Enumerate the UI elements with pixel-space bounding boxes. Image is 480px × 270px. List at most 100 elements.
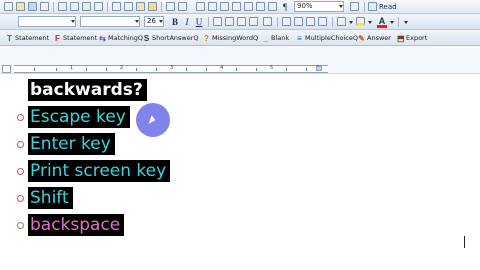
read-icon[interactable]	[368, 2, 377, 11]
ruler-area: 1 2 3 4 5 6	[0, 46, 480, 74]
decrease-indent-icon[interactable]	[306, 17, 315, 26]
highlight-icon[interactable]	[356, 17, 365, 26]
answer-button[interactable]: ✎ Answer	[358, 32, 391, 44]
hyperlink-icon[interactable]	[196, 2, 205, 11]
tables-borders-icon[interactable]	[208, 2, 217, 11]
option-bullet	[17, 222, 24, 229]
help-icon[interactable]	[350, 2, 359, 11]
standard-toolbar: ¶ 90% Read	[0, 0, 480, 14]
blank-button[interactable]: _ Blank	[262, 32, 289, 44]
redo-icon[interactable]	[178, 2, 187, 11]
export-icon: ⬒	[397, 33, 405, 43]
f-icon: F	[55, 33, 60, 43]
bold-button[interactable]: B	[170, 17, 180, 27]
align-center-icon[interactable]	[225, 17, 234, 26]
font-color-button[interactable]: A	[377, 16, 387, 28]
missing-word-label: MissingWordQ	[212, 34, 259, 42]
export-label: Export	[406, 34, 428, 42]
statement-true-label: Statement	[15, 34, 50, 42]
insert-excel-icon[interactable]	[232, 2, 241, 11]
line-spacing-icon[interactable]	[263, 17, 272, 26]
matching-icon: ⇆	[99, 33, 106, 43]
format-painter-icon[interactable]	[148, 2, 157, 11]
statement-true-button[interactable]: T Statement	[6, 32, 49, 44]
answer-icon: ✎	[358, 33, 365, 43]
research-icon[interactable]	[94, 2, 103, 11]
multiple-choice-label: MultipleChoiceQ	[305, 34, 358, 42]
short-answer-icon: S	[143, 33, 150, 43]
horizontal-ruler[interactable]: 1 2 3 4 5 6	[14, 65, 328, 73]
option-bullet	[17, 141, 24, 148]
answer-label: Answer	[367, 34, 391, 42]
statement-false-button[interactable]: F Statement	[54, 32, 97, 44]
outside-border-icon[interactable]	[337, 17, 346, 26]
blank-label: Blank	[271, 34, 290, 42]
print-icon[interactable]	[58, 2, 67, 11]
short-answer-label: ShortAnswerQ	[152, 34, 199, 42]
option-bullet	[17, 114, 24, 121]
chevron-down-icon	[390, 21, 394, 24]
save-icon[interactable]	[28, 2, 37, 11]
spelling-icon[interactable]	[82, 2, 91, 11]
formatting-toolbar: 26 B I U A	[0, 14, 480, 30]
option-escape-key: Escape key	[28, 106, 130, 128]
matching-button[interactable]: ⇆ MatchingQ	[99, 32, 143, 44]
italic-button[interactable]: I	[182, 17, 192, 27]
cut-icon[interactable]	[112, 2, 121, 11]
chevron-down-icon	[349, 21, 353, 24]
open-folder-icon[interactable]	[16, 2, 25, 11]
toolbar-options-icon[interactable]	[404, 21, 408, 24]
option-shift: Shift	[28, 187, 73, 209]
option-bullet	[17, 168, 24, 175]
ruler-number: 3	[170, 65, 174, 71]
ruler-number: 4	[220, 65, 224, 71]
question-text: backwards?	[28, 79, 147, 101]
insert-table-icon[interactable]	[220, 2, 229, 11]
option-enter-key: Enter key	[28, 133, 115, 155]
show-hide-icon[interactable]: ¶	[280, 2, 290, 12]
multiple-choice-button[interactable]: ≡ MultipleChoiceQ	[296, 32, 358, 44]
align-right-icon[interactable]	[237, 17, 246, 26]
t-icon: T	[7, 33, 12, 43]
copy-icon[interactable]	[124, 2, 133, 11]
blank-icon: _	[263, 33, 268, 43]
print-preview-icon[interactable]	[70, 2, 79, 11]
underline-button[interactable]: U	[194, 17, 204, 27]
multiple-choice-icon: ≡	[297, 33, 302, 43]
right-indent-marker[interactable]	[316, 66, 322, 71]
document-map-icon[interactable]	[268, 2, 277, 11]
align-left-icon[interactable]	[213, 17, 222, 26]
justify-icon[interactable]	[249, 17, 258, 26]
chevron-down-icon	[159, 20, 163, 23]
drawing-icon[interactable]	[256, 2, 265, 11]
tab-selector[interactable]	[2, 65, 11, 73]
new-document-icon[interactable]	[4, 2, 13, 11]
missing-word-button[interactable]: ? MissingWordQ	[203, 32, 258, 44]
columns-icon[interactable]	[244, 2, 253, 11]
chevron-down-icon	[368, 21, 372, 24]
style-select[interactable]	[18, 16, 76, 27]
bullets-icon[interactable]	[294, 17, 303, 26]
statement-false-label: Statement	[63, 34, 98, 42]
read-button[interactable]: Read	[379, 2, 401, 12]
paste-icon[interactable]	[136, 2, 145, 11]
permission-icon[interactable]	[40, 2, 49, 11]
missing-word-icon: ?	[204, 33, 209, 43]
font-name-select[interactable]	[80, 16, 140, 27]
document-page[interactable]: backwards? Escape key Enter key Print sc…	[0, 75, 480, 270]
zoom-select[interactable]: 90%	[294, 1, 344, 12]
increase-indent-icon[interactable]	[318, 17, 327, 26]
option-bullet	[17, 195, 24, 202]
option-backspace: backspace	[28, 214, 125, 236]
chevron-down-icon	[339, 5, 343, 8]
chevron-down-icon	[71, 20, 75, 23]
option-print-screen-key: Print screen key	[28, 160, 171, 182]
numbering-icon[interactable]	[282, 17, 291, 26]
export-button[interactable]: ⬒ Export	[397, 32, 427, 44]
short-answer-button[interactable]: S ShortAnswerQ	[143, 32, 199, 44]
ruler-number: 2	[120, 65, 124, 71]
text-caret	[464, 236, 465, 248]
undo-icon[interactable]	[166, 2, 175, 11]
ruler-number: 5	[270, 65, 274, 71]
quiz-addin-toolbar: T Statement F Statement ⇆ MatchingQ S Sh…	[0, 30, 480, 46]
